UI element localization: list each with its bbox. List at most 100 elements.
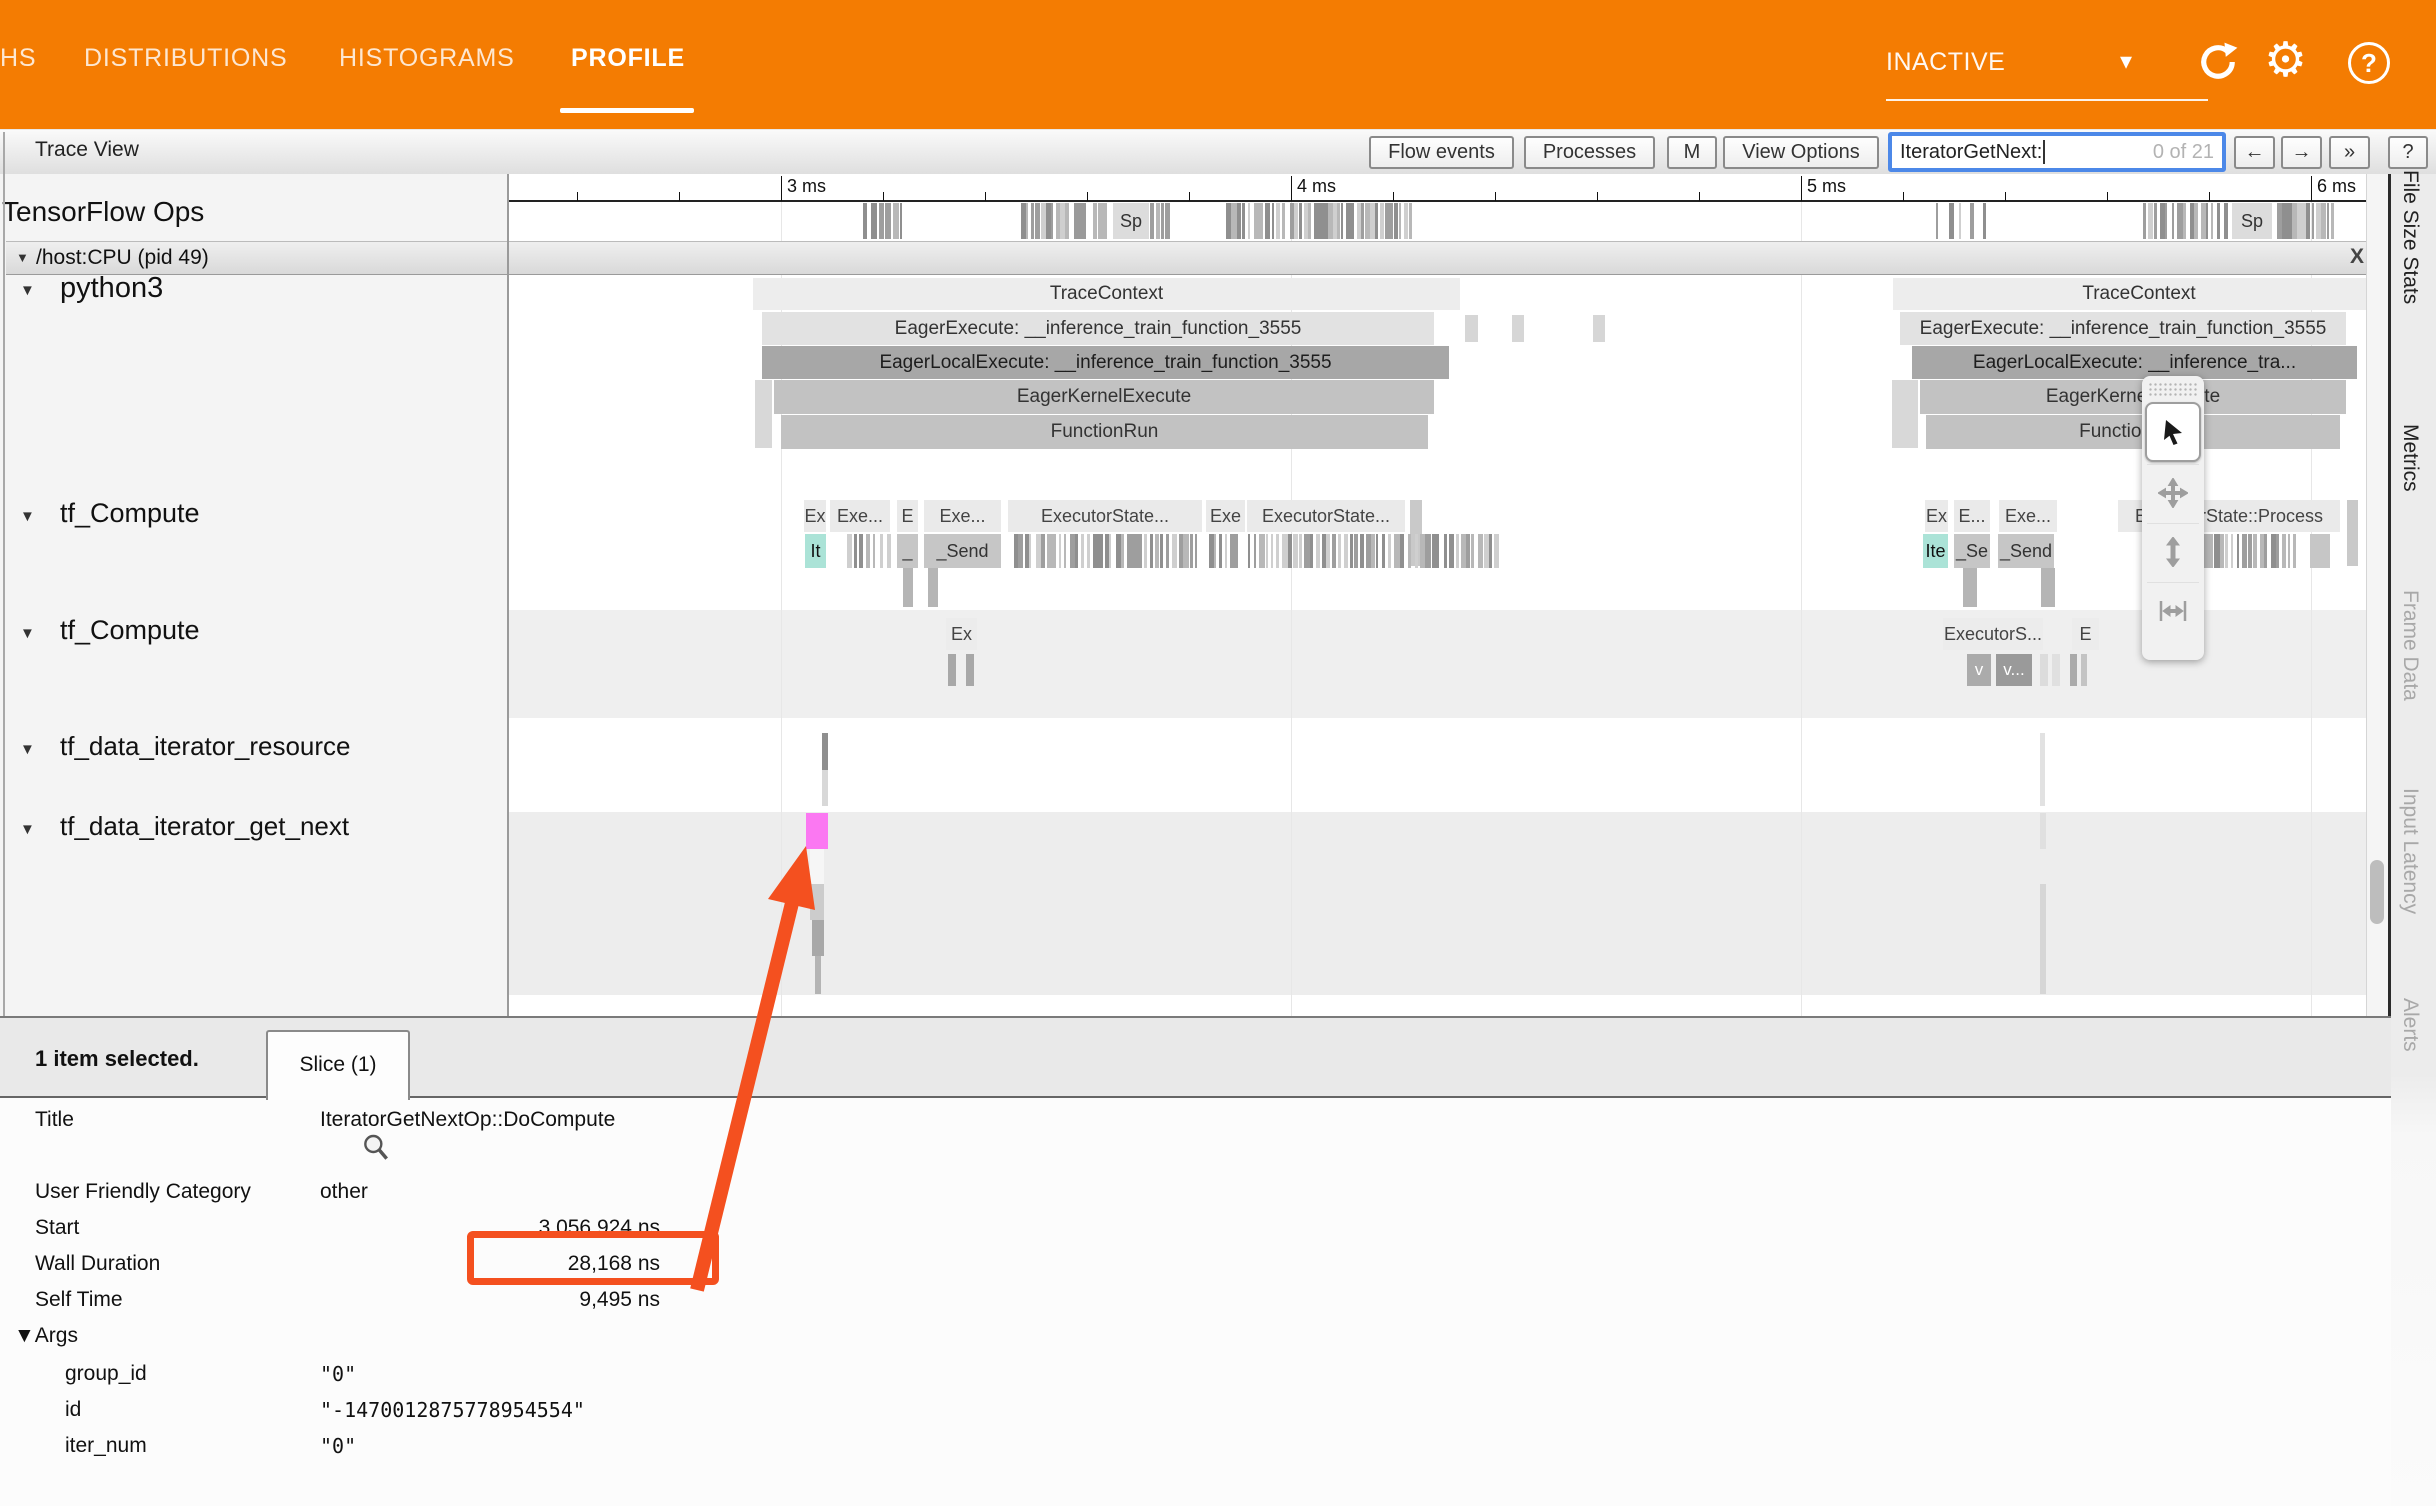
trace-slice[interactable] <box>1444 534 1447 568</box>
trace-slice[interactable] <box>1404 203 1408 239</box>
trace-slice[interactable] <box>1214 534 1216 568</box>
trace-slice[interactable] <box>1266 534 1268 568</box>
collapse-triangle-icon[interactable]: ▼ <box>20 625 35 642</box>
trace-slice[interactable] <box>2276 534 2279 568</box>
trace-slice[interactable] <box>2052 654 2060 686</box>
trace-slice[interactable] <box>1341 203 1343 239</box>
trace-slice[interactable] <box>1144 534 1147 568</box>
trace-slice[interactable] <box>880 534 883 568</box>
trace-slice[interactable] <box>1375 203 1378 239</box>
trace-slice[interactable] <box>1892 380 1918 448</box>
trace-slice[interactable] <box>1064 534 1066 568</box>
trace-slice[interactable] <box>2070 654 2077 686</box>
chevron-down-icon[interactable]: ▾ <box>2120 47 2132 76</box>
trace-slice[interactable] <box>1225 534 1227 568</box>
trace-slice[interactable] <box>1389 203 1393 239</box>
trace-slice[interactable] <box>810 849 824 884</box>
trace-slice[interactable] <box>2306 203 2310 239</box>
trace-slice[interactable]: Ex <box>946 618 977 650</box>
trace-slice[interactable] <box>1242 203 1245 239</box>
trace-slice[interactable] <box>1075 534 1078 568</box>
trace-slice[interactable] <box>2224 203 2228 239</box>
trace-slice[interactable] <box>1041 534 1045 568</box>
trace-slice[interactable] <box>1294 203 1298 239</box>
trace-slice[interactable] <box>1399 203 1401 239</box>
trace-slice[interactable] <box>1254 534 1256 568</box>
trace-slice[interactable] <box>1288 534 1292 568</box>
trace-slice[interactable] <box>1052 534 1056 568</box>
trace-search-input[interactable]: IteratorGetNext: 0 of 21 <box>1888 132 2226 172</box>
trace-slice[interactable] <box>1456 534 1459 568</box>
trace-slice[interactable] <box>873 534 875 568</box>
trace-slice[interactable] <box>2220 534 2224 568</box>
trace-slice[interactable] <box>1109 534 1111 568</box>
trace-slice[interactable] <box>1166 534 1169 568</box>
trace-slice[interactable] <box>1337 203 1340 239</box>
trace-slice[interactable] <box>887 534 891 568</box>
trace-slice[interactable] <box>1332 534 1336 568</box>
trace-slice[interactable]: Exe <box>1206 500 1245 532</box>
trace-slice[interactable] <box>1371 534 1375 568</box>
trace-slice[interactable] <box>1219 534 1222 568</box>
tab-slice[interactable]: Slice (1) <box>266 1030 410 1100</box>
trace-slice[interactable]: TraceContext <box>1893 278 2385 310</box>
trace-slice[interactable]: TraceContext <box>753 278 1460 310</box>
trace-slice[interactable] <box>1437 534 1439 568</box>
side-tab-metrics[interactable]: Metrics <box>2398 424 2422 492</box>
trace-slice[interactable] <box>1308 203 1311 239</box>
trace-slice[interactable] <box>1265 203 1270 239</box>
slice-iterator-right[interactable]: Ite <box>1923 534 1948 568</box>
trace-slice[interactable] <box>2148 203 2153 239</box>
trace-slice[interactable] <box>1361 203 1364 239</box>
trace-slice[interactable]: EagerKernelExecute <box>1920 380 2346 414</box>
trace-slice[interactable] <box>1354 534 1358 568</box>
track-label-tf-data-iterator-resource-3[interactable]: tf_data_iterator_resource <box>60 731 351 762</box>
trace-slice[interactable] <box>1512 315 1524 342</box>
trace-slice[interactable] <box>1425 534 1431 568</box>
pan-tool-button[interactable] <box>2147 464 2199 521</box>
trace-slice[interactable] <box>2211 203 2213 239</box>
trace-slice[interactable] <box>1026 203 1028 239</box>
trace-slice[interactable] <box>928 568 938 607</box>
trace-slice[interactable] <box>822 770 828 806</box>
trace-slice[interactable] <box>1593 315 1605 342</box>
trace-slice[interactable] <box>1172 534 1177 568</box>
tab-distributions[interactable]: DISTRIBUTIONS <box>84 44 287 73</box>
trace-slice[interactable] <box>755 380 772 448</box>
trace-slice[interactable] <box>1970 203 1974 239</box>
trace-slice[interactable] <box>1276 203 1280 239</box>
trace-slice[interactable] <box>1248 203 1250 239</box>
trace-slice[interactable] <box>854 534 857 568</box>
trace-slice[interactable] <box>2237 534 2239 568</box>
trace-slice[interactable] <box>2248 534 2252 568</box>
trace-slice[interactable] <box>1031 203 1034 239</box>
trace-slice[interactable] <box>1235 534 1238 568</box>
processes-button[interactable]: Processes <box>1524 136 1655 169</box>
trace-slice[interactable] <box>2040 813 2046 849</box>
trace-slice[interactable] <box>1155 534 1159 568</box>
trace-slice[interactable]: Sp <box>2232 203 2272 239</box>
trace-slice[interactable] <box>812 920 824 956</box>
trace-slice[interactable] <box>2231 534 2233 568</box>
trace-slice[interactable] <box>2253 534 2257 568</box>
trace-slice[interactable] <box>1466 534 1470 568</box>
trace-slice[interactable] <box>885 203 891 239</box>
tab-profile[interactable]: PROFILE <box>571 44 685 73</box>
trace-slice[interactable] <box>1035 203 1040 239</box>
trace-slice[interactable] <box>1059 534 1061 568</box>
trace-slice[interactable] <box>1326 534 1330 568</box>
magnifier-icon[interactable] <box>360 1132 392 1164</box>
trace-slice[interactable] <box>1282 203 1285 239</box>
trace-slice[interactable] <box>2327 203 2329 239</box>
side-tab-file-size-stats[interactable]: File Size Stats <box>2398 170 2422 304</box>
trace-slice[interactable] <box>1248 534 1250 568</box>
trace-slice[interactable] <box>1165 203 1170 239</box>
palette-drag-handle[interactable] <box>2148 382 2198 398</box>
trace-slice[interactable] <box>2081 654 2087 686</box>
trace-slice[interactable] <box>1963 568 1977 607</box>
trace-slice[interactable]: EagerLocalExecute: __inference_train_fun… <box>762 346 1449 379</box>
trace-slice[interactable] <box>871 203 877 239</box>
trace-slice[interactable]: EagerExecute: __inference_train_function… <box>1900 312 2346 345</box>
trace-slice[interactable] <box>1074 203 1086 239</box>
next-match-button[interactable]: → <box>2281 136 2322 169</box>
